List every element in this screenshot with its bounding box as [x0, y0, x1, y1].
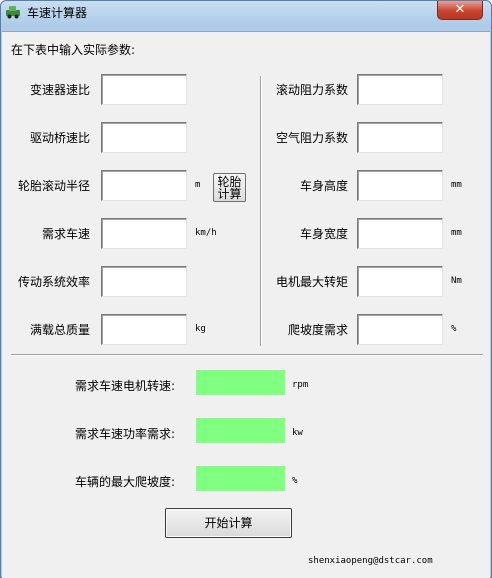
- app-window: 车速计算器 ✕ 在下表中输入实际参数: 变速器速比 驱动桥速比 轮胎滚动半径 m…: [0, 0, 492, 578]
- tire-calc-button[interactable]: 轮胎 计算: [213, 173, 246, 202]
- power-demand-label: 需求车速功率需求:: [75, 427, 176, 441]
- body-width-input[interactable]: [357, 218, 443, 249]
- start-calc-button[interactable]: 开始计算: [165, 508, 292, 538]
- required-speed-input[interactable]: [101, 218, 187, 249]
- tire-radius-input[interactable]: [101, 170, 187, 201]
- column-divider: [260, 76, 262, 346]
- max-torque-unit: Nm: [451, 276, 462, 286]
- instruction-text: 在下表中输入实际参数:: [11, 43, 136, 57]
- tire-radius-unit: m: [195, 180, 201, 190]
- gross-mass-label: 满载总质量: [29, 323, 90, 337]
- rolling-resistance-label: 滚动阻力系数: [275, 83, 348, 97]
- body-width-label: 车身宽度: [299, 227, 348, 241]
- max-torque-label: 电机最大转矩: [275, 275, 348, 289]
- max-grade-label: 车辆的最大爬坡度:: [75, 475, 176, 489]
- title-bar[interactable]: 车速计算器 ✕: [1, 1, 491, 23]
- max-grade-unit: %: [292, 476, 298, 486]
- max-grade-result: [196, 466, 285, 491]
- body-height-unit: mm: [451, 180, 462, 190]
- close-icon: ✕: [454, 2, 466, 17]
- power-demand-unit: kw: [292, 428, 303, 438]
- required-speed-unit: km/h: [195, 228, 217, 238]
- body-width-unit: mm: [451, 228, 462, 238]
- tire-calc-line2: 计算: [217, 187, 242, 201]
- grade-requirement-input[interactable]: [357, 314, 443, 345]
- air-resistance-input[interactable]: [357, 122, 443, 153]
- grade-requirement-label: 爬坡度需求: [287, 323, 348, 337]
- close-button[interactable]: ✕: [437, 1, 483, 20]
- section-divider: [11, 354, 483, 356]
- body-height-input[interactable]: [357, 170, 443, 201]
- air-resistance-label: 空气阻力系数: [275, 131, 348, 145]
- footer-email: shenxiaopeng@dstcar.com: [308, 556, 433, 566]
- window-title: 车速计算器: [27, 6, 88, 20]
- motor-speed-unit: rpm: [292, 380, 309, 390]
- axle-ratio-label: 驱动桥速比: [29, 131, 90, 145]
- gross-mass-input[interactable]: [101, 314, 187, 345]
- rolling-resistance-input[interactable]: [357, 74, 443, 105]
- efficiency-input[interactable]: [101, 266, 187, 297]
- efficiency-label: 传动系统效率: [17, 275, 90, 289]
- body-height-label: 车身高度: [299, 179, 348, 193]
- axle-ratio-input[interactable]: [101, 122, 187, 153]
- form-area: 在下表中输入实际参数: 变速器速比 驱动桥速比 轮胎滚动半径 m 轮胎 计算 需…: [2, 31, 490, 578]
- tire-radius-label: 轮胎滚动半径: [17, 179, 90, 193]
- gross-mass-unit: kg: [195, 324, 206, 334]
- max-torque-input[interactable]: [357, 266, 443, 297]
- motor-speed-label: 需求车速电机转速:: [75, 379, 176, 393]
- required-speed-label: 需求车速: [41, 227, 90, 241]
- grade-requirement-unit: %: [451, 324, 457, 334]
- power-demand-result: [196, 418, 285, 443]
- motor-speed-result: [196, 370, 285, 395]
- gear-ratio-input[interactable]: [101, 74, 187, 105]
- car-app-icon: [6, 6, 20, 19]
- gear-ratio-label: 变速器速比: [29, 83, 90, 97]
